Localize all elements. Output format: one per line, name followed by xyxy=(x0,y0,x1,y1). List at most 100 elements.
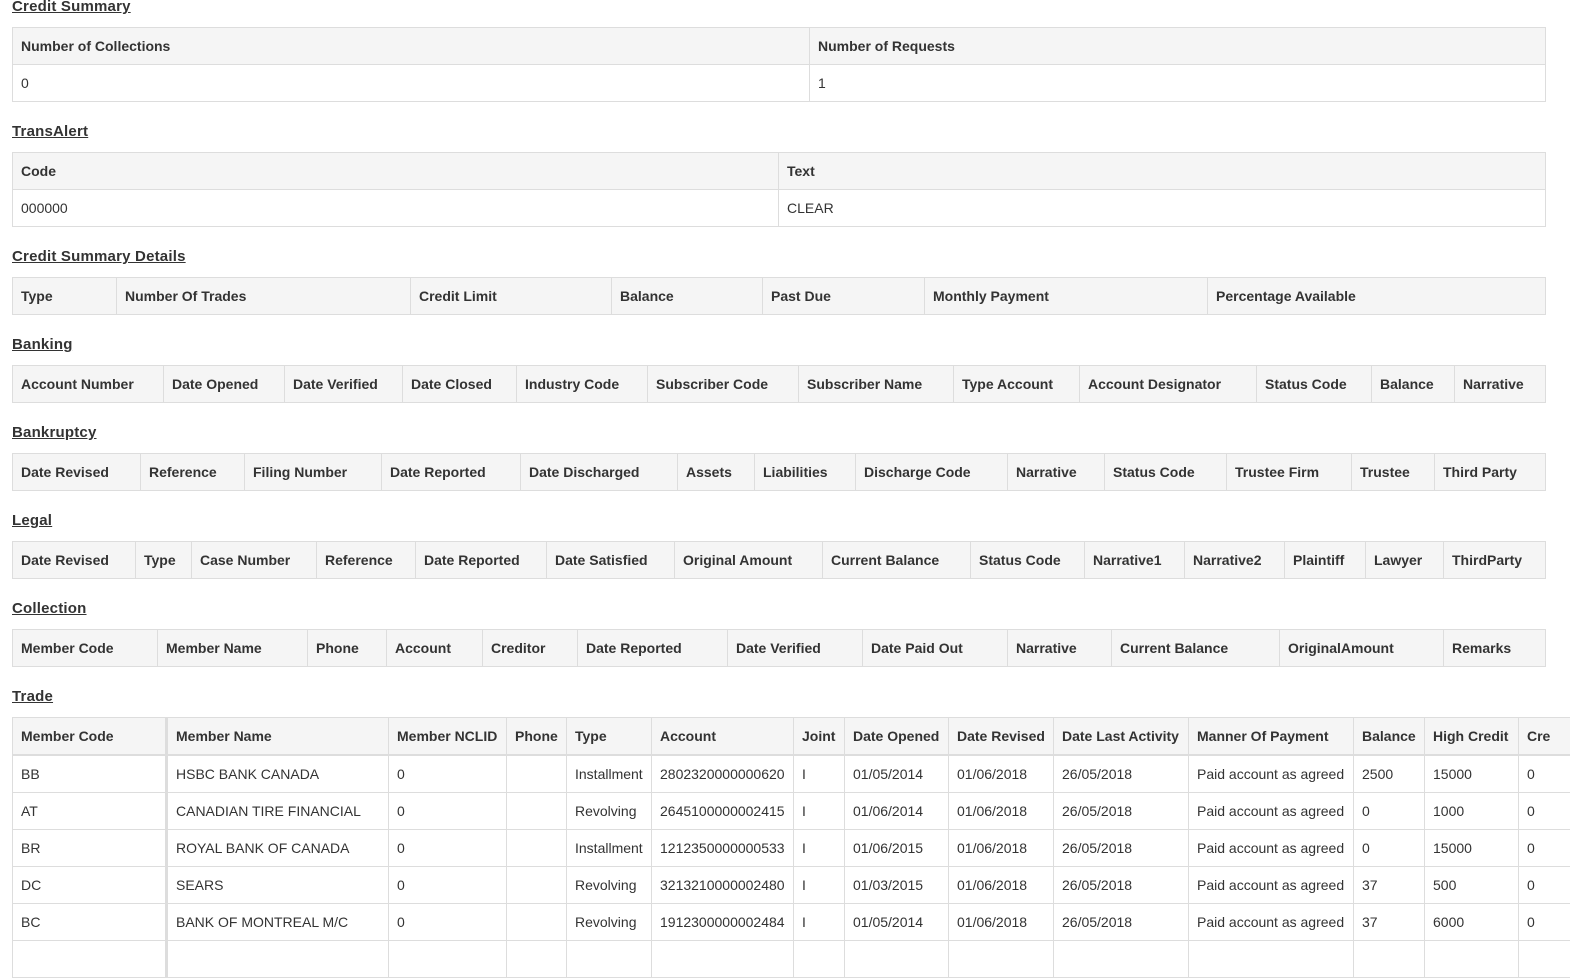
col-subscriber-name: Subscriber Name xyxy=(799,366,954,403)
col-credit-limit: Credit Limit xyxy=(411,278,612,315)
transalert-header-row: Code Text xyxy=(13,153,1546,190)
table-row: BRROYAL BANK OF CANADA0Installment121235… xyxy=(13,830,1570,867)
col-number-of-requests: Number of Requests xyxy=(810,28,1546,65)
cell-manner-of-payment: Paid account as agreed xyxy=(1189,867,1354,904)
banking-table: Account Number Date Opened Date Verified… xyxy=(12,365,1546,403)
cell-account: 2645100000002415 xyxy=(652,793,794,830)
col-date-last-activity: Date Last Activity xyxy=(1054,718,1189,756)
cell-account xyxy=(652,941,794,978)
cell-phone xyxy=(507,830,567,867)
col-subscriber-code: Subscriber Code xyxy=(648,366,799,403)
col-phone: Phone xyxy=(507,718,567,756)
cell-manner-of-payment xyxy=(1189,941,1354,978)
col-lawyer: Lawyer xyxy=(1366,542,1444,579)
cell-balance xyxy=(1354,941,1425,978)
cell-type: Revolving xyxy=(567,904,652,941)
col-narrative: Narrative xyxy=(1008,454,1105,491)
cell-balance: 0 xyxy=(1354,793,1425,830)
col-past-due: Past Due xyxy=(763,278,925,315)
cell-member-code: BB xyxy=(13,755,167,793)
col-percentage-available: Percentage Available xyxy=(1208,278,1546,315)
cell-date-revised: 01/06/2018 xyxy=(949,867,1054,904)
banking-header-row: Account Number Date Opened Date Verified… xyxy=(13,366,1546,403)
table-row: ATCANADIAN TIRE FINANCIAL0Revolving26451… xyxy=(13,793,1570,830)
col-remarks: Remarks xyxy=(1444,630,1546,667)
col-date-paid-out: Date Paid Out xyxy=(863,630,1008,667)
col-type: Type xyxy=(136,542,192,579)
col-trustee-firm: Trustee Firm xyxy=(1227,454,1352,491)
cell-credit xyxy=(1519,941,1570,978)
col-type-account: Type Account xyxy=(954,366,1080,403)
cell-manner-of-payment: Paid account as agreed xyxy=(1189,830,1354,867)
cell-member-code: BC xyxy=(13,904,167,941)
col-plaintiff: Plaintiff xyxy=(1285,542,1366,579)
col-industry-code: Industry Code xyxy=(517,366,648,403)
credit-summary-table: Number of Collections Number of Requests… xyxy=(12,27,1546,102)
col-date-verified: Date Verified xyxy=(728,630,863,667)
cell-member-code xyxy=(13,941,167,978)
cell-member-code: BR xyxy=(13,830,167,867)
col-monthly-payment: Monthly Payment xyxy=(925,278,1208,315)
col-date-revised: Date Revised xyxy=(949,718,1054,756)
cell-date-opened: 01/06/2015 xyxy=(845,830,949,867)
banking-title: Banking xyxy=(12,336,73,354)
cell-date-last-activity xyxy=(1054,941,1189,978)
col-originalamount: OriginalAmount xyxy=(1280,630,1444,667)
transalert-table: Code Text 000000 CLEAR xyxy=(12,152,1546,227)
col-narrative: Narrative xyxy=(1455,366,1546,403)
cell-type: Revolving xyxy=(567,867,652,904)
cell-date-last-activity: 26/05/2018 xyxy=(1054,830,1189,867)
col-narrative: Narrative xyxy=(1008,630,1112,667)
col-narrative1: Narrative1 xyxy=(1085,542,1185,579)
cell-member-nclid: 0 xyxy=(389,755,507,793)
col-member-code: Member Code xyxy=(13,630,158,667)
col-balance: Balance xyxy=(1372,366,1455,403)
col-balance: Balance xyxy=(1354,718,1425,756)
cell-joint: I xyxy=(794,830,845,867)
trade-header-row: Member Code Member Name Member NCLID Pho… xyxy=(13,718,1570,756)
cell-phone xyxy=(507,793,567,830)
cell-member-name: BANK OF MONTREAL M/C xyxy=(167,904,389,941)
col-date-closed: Date Closed xyxy=(403,366,517,403)
number-of-collections-value: 0 xyxy=(13,65,810,102)
col-date-revised: Date Revised xyxy=(13,454,141,491)
table-row: BCBANK OF MONTREAL M/C0Revolving19123000… xyxy=(13,904,1570,941)
cell-date-last-activity: 26/05/2018 xyxy=(1054,755,1189,793)
cell-balance: 37 xyxy=(1354,867,1425,904)
col-status-code: Status Code xyxy=(1257,366,1372,403)
cell-member-name: ROYAL BANK OF CANADA xyxy=(167,830,389,867)
col-reference: Reference xyxy=(141,454,245,491)
col-assets: Assets xyxy=(678,454,755,491)
cell-manner-of-payment: Paid account as agreed xyxy=(1189,904,1354,941)
collection-table: Member Code Member Name Phone Account Cr… xyxy=(12,629,1546,667)
cell-member-code: AT xyxy=(13,793,167,830)
col-liabilities: Liabilities xyxy=(755,454,856,491)
cell-manner-of-payment: Paid account as agreed xyxy=(1189,793,1354,830)
legal-header-row: Date Revised Type Case Number Reference … xyxy=(13,542,1546,579)
col-case-number: Case Number xyxy=(192,542,317,579)
credit-summary-details-title: Credit Summary Details xyxy=(12,248,186,266)
col-member-name: Member Name xyxy=(167,718,389,756)
cell-date-last-activity: 26/05/2018 xyxy=(1054,867,1189,904)
cell-account: 1212350000000533 xyxy=(652,830,794,867)
bankruptcy-header-row: Date Revised Reference Filing Number Dat… xyxy=(13,454,1546,491)
cell-type: Revolving xyxy=(567,793,652,830)
cell-account: 3213210000002480 xyxy=(652,867,794,904)
col-reference: Reference xyxy=(317,542,416,579)
cell-account: 2802320000000620 xyxy=(652,755,794,793)
col-third-party: Third Party xyxy=(1435,454,1546,491)
col-narrative2: Narrative2 xyxy=(1185,542,1285,579)
col-date-verified: Date Verified xyxy=(285,366,403,403)
col-date-discharged: Date Discharged xyxy=(521,454,678,491)
cell-phone xyxy=(507,904,567,941)
cell-manner-of-payment: Paid account as agreed xyxy=(1189,755,1354,793)
cell-phone xyxy=(507,867,567,904)
table-row: DCSEARS0Revolving3213210000002480I01/03/… xyxy=(13,867,1570,904)
number-of-requests-value: 1 xyxy=(810,65,1546,102)
cell-member-nclid xyxy=(389,941,507,978)
col-discharge-code: Discharge Code xyxy=(856,454,1008,491)
trade-rows: BBHSBC BANK CANADA0Installment2802320000… xyxy=(13,755,1570,978)
col-high-credit: High Credit xyxy=(1425,718,1519,756)
cell-high-credit: 500 xyxy=(1425,867,1519,904)
cell-joint: I xyxy=(794,904,845,941)
